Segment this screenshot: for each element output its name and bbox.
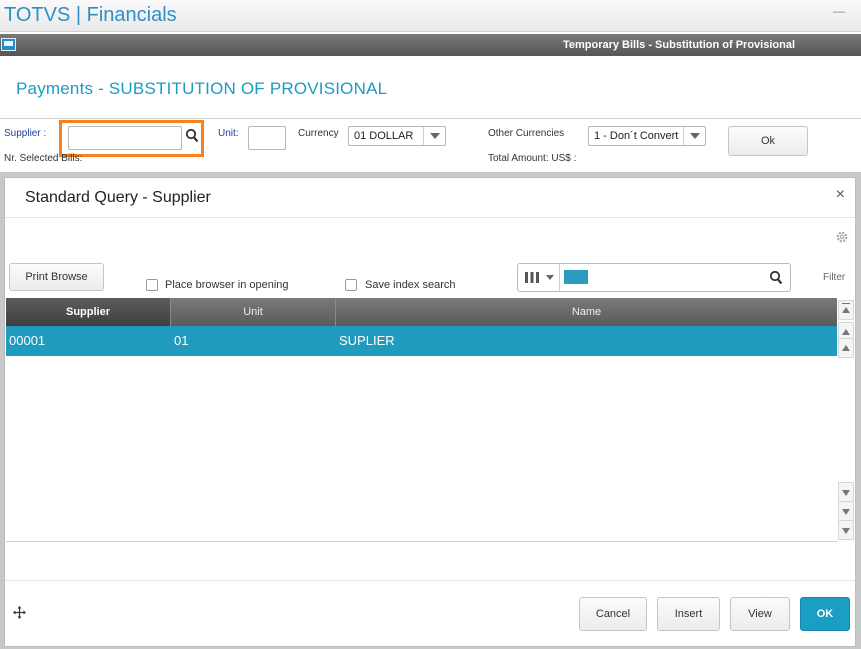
routine-title: Temporary Bills - Substitution of Provis… [562,39,795,51]
grid-header: Supplier Unit Name [6,298,837,326]
scroll-up-icon[interactable] [838,338,854,358]
standard-query-dialog: Standard Query - Supplier × Print Browse… [4,177,856,647]
routine-bar: Temporary Bills - Substitution of Provis… [0,34,861,56]
column-header-name[interactable]: Name [336,298,837,326]
search-icon[interactable] [769,270,783,286]
print-browse-button[interactable]: Print Browse [9,263,104,291]
scroll-bottom-icon[interactable] [838,520,854,540]
currency-select[interactable]: 01 DOLLAR [348,126,446,146]
chevron-down-icon[interactable] [683,127,705,145]
table-row[interactable]: 00001 01 SUPLIER [6,326,837,356]
page-title: Payments - SUBSTITUTION OF PROVISIONAL [16,79,388,98]
save-index-label: Save index search [365,279,456,291]
column-header-unit[interactable]: Unit [171,298,336,326]
move-icon[interactable] [13,606,26,619]
search-index-chip[interactable] [564,270,588,284]
app-window-icon[interactable] [1,38,16,51]
insert-button[interactable]: Insert [657,597,720,631]
scroll-down-icon[interactable] [838,501,854,521]
supplier-grid: Supplier Unit Name 00001 01 SUPLIER [6,298,837,542]
other-currencies-label: Other Currencies [488,128,565,139]
scroll-down-icon[interactable] [838,482,854,502]
ok-button[interactable]: Ok [728,126,808,156]
nr-selected-bills-label: Nr. Selected Bills: [4,153,83,164]
place-browser-label: Place browser in opening [165,279,289,291]
other-currencies-value: 1 - Don´t Convert [594,130,679,142]
search-icon[interactable] [185,128,199,144]
grid-scrollbar[interactable] [838,298,854,542]
gear-icon[interactable] [835,230,849,244]
save-index-checkbox[interactable] [345,279,357,291]
cell-name: SUPLIER [339,333,395,348]
chevron-down-icon [546,275,554,280]
header-divider [0,118,861,119]
app-titlebar: TOTVS | Financials — [0,0,861,32]
supplier-label: Supplier : [4,128,47,139]
cell-unit: 01 [174,333,189,348]
grid-bottom-border [6,541,837,542]
dialog-divider [5,217,855,218]
close-icon[interactable]: × [836,186,845,204]
columns-icon [525,272,539,283]
dialog-ok-button[interactable]: OK [800,597,850,631]
chevron-down-icon[interactable] [423,127,445,145]
column-header-supplier[interactable]: Supplier [6,298,171,326]
supplier-input[interactable] [68,126,182,150]
minimize-icon[interactable]: — [833,4,845,18]
app-title: TOTVS | Financials [4,4,177,26]
other-currencies-select[interactable]: 1 - Don´t Convert [588,126,706,146]
filter-label[interactable]: Filter [823,272,845,283]
cancel-button[interactable]: Cancel [579,597,647,631]
search-box[interactable] [517,263,791,292]
place-browser-checkbox[interactable] [146,279,158,291]
total-amount-label: Total Amount: US$ : [488,153,577,164]
cell-supplier: 00001 [9,333,46,348]
scroll-top-icon[interactable] [838,300,854,320]
column-selector-button[interactable] [518,264,560,291]
footer-divider [5,580,855,581]
unit-input[interactable] [248,126,286,150]
view-button[interactable]: View [730,597,790,631]
unit-label: Unit: [218,128,239,139]
dialog-title: Standard Query - Supplier [25,189,211,206]
currency-value: 01 DOLLAR [354,130,414,142]
currency-label: Currency [298,128,339,139]
